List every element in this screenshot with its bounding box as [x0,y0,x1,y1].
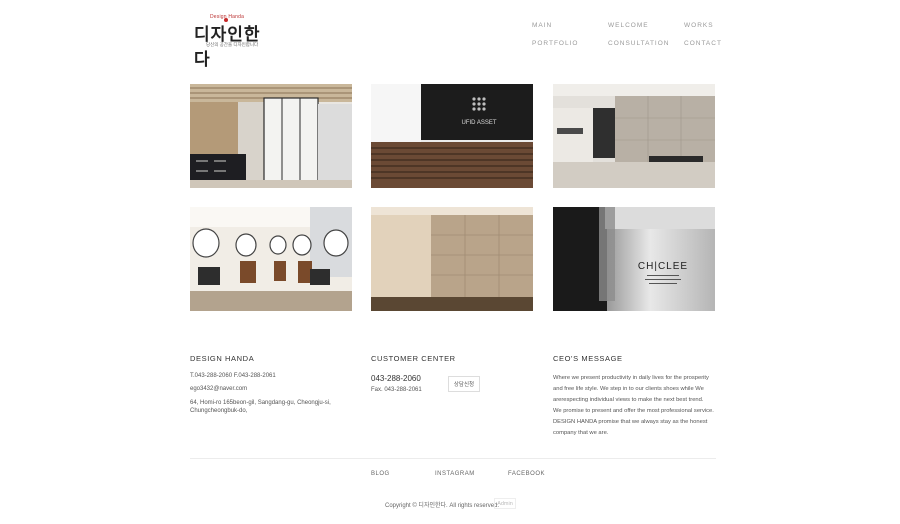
logo-tagline: 당신의 공간을 디자인합니다 [206,42,259,47]
gallery-item-salon[interactable] [190,207,352,311]
ceo-line: arerespecting individual views to make t… [553,397,704,403]
nav-welcome[interactable]: WELCOME [608,22,649,29]
gallery-item-ufid[interactable]: UFID ASSET [371,84,533,188]
chiclee-sign: CH|CLEE [638,261,688,272]
footer-divider [190,458,716,459]
nav-consultation[interactable]: CONSULTATION [608,40,669,47]
ufid-sign: UFID ASSET [461,120,496,126]
ceo-line: We promise to present and offer the most… [553,408,714,414]
copyright: Copyright © 디자인한다. All rights reserved. [385,503,500,509]
ceo-line: and free life style. We step in to our c… [553,386,704,392]
nav-works[interactable]: WORKS [684,22,714,29]
kitchen-image [553,84,715,188]
ceo-message: Where we present productivity in daily l… [553,373,718,439]
ceo-line: company that we are. [553,430,609,436]
ceo-line: DESIGN HANDA promise that we always stay… [553,419,708,425]
site-logo[interactable]: Design Handa 디자인한다 당신의 공간을 디자인합니다 [192,14,272,70]
gallery-item-chiclee[interactable]: CH|CLEE [553,207,715,311]
customer-fax: Fax. 043-288-2061 [371,387,422,393]
chiclee-image: CH|CLEE [553,207,715,311]
company-tel-fax: T.043-288-2060 F.043-288-2061 [190,373,276,379]
customer-phone: 043-288-2060 [371,374,421,383]
gallery-item-kitchen[interactable] [553,84,715,188]
ufid-image: UFID ASSET [371,84,533,188]
customer-title: CUSTOMER CENTER [371,354,456,363]
consult-button[interactable]: 상담신청 [448,376,480,392]
office-image [190,84,352,188]
company-title: DESIGN HANDA [190,354,255,363]
footer-link-blog[interactable]: BLOG [371,471,390,477]
gallery-item-lobby[interactable] [371,207,533,311]
nav-portfolio[interactable]: PORTFOLIO [532,40,578,47]
ceo-title: CEO'S MESSAGE [553,354,623,363]
footer-link-instagram[interactable]: INSTAGRAM [435,471,475,477]
nav-contact[interactable]: CONTACT [684,40,722,47]
lobby-image [371,207,533,311]
company-email[interactable]: ego3432@naver.com [190,385,247,394]
company-address-2: Chungcheongbuk-do, [190,408,248,414]
nav-main[interactable]: MAIN [532,22,552,29]
gallery-item-office[interactable] [190,84,352,188]
salon-image [190,207,352,311]
footer-link-facebook[interactable]: FACEBOOK [508,471,545,477]
admin-button[interactable]: Admin [494,498,516,509]
ceo-line: Where we present productivity in daily l… [553,375,709,381]
